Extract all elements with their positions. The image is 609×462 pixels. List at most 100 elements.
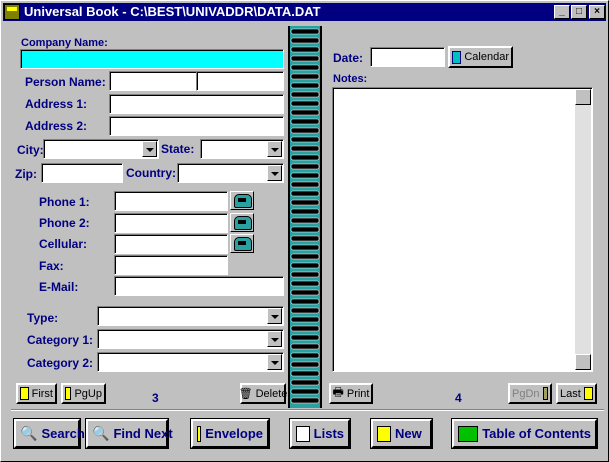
date-label: Date: (333, 51, 364, 65)
cellular-field[interactable] (114, 234, 228, 254)
chevron-down-icon[interactable] (267, 331, 282, 347)
phone1-label: Phone 1: (39, 195, 90, 209)
country-combo[interactable] (177, 163, 284, 183)
calendar-button[interactable]: Calendar (448, 46, 513, 68)
chevron-down-icon[interactable] (267, 141, 282, 157)
spiral-ring (290, 163, 320, 170)
date-field[interactable] (370, 47, 445, 67)
last-label: Last (560, 387, 581, 400)
spiral-ring (290, 82, 320, 89)
spiral-ring (290, 118, 320, 125)
find-next-button[interactable]: 🔍 Find Next (86, 419, 173, 448)
close-button[interactable]: × (589, 5, 605, 19)
first-page-icon (20, 387, 29, 400)
left-page-number: 3 (152, 391, 159, 405)
spiral-ring (290, 361, 320, 368)
spiral-ring (290, 316, 320, 323)
zip-label: Zip: (15, 167, 37, 181)
spiral-ring (290, 172, 320, 179)
app-book-icon[interactable] (4, 4, 20, 20)
delete-button[interactable]: 🗑 Delete (238, 383, 287, 404)
minimize-button[interactable]: _ (554, 5, 570, 19)
envelope-icon (197, 425, 202, 442)
spiral-ring (290, 37, 320, 44)
person-first-name-field[interactable] (109, 71, 197, 91)
state-combo[interactable] (200, 139, 284, 159)
spiral-ring (290, 244, 320, 251)
notes-textarea[interactable] (332, 87, 593, 372)
maximize-button[interactable]: □ (571, 5, 587, 19)
dial-phone1-icon[interactable] (230, 191, 254, 210)
spiral-ring (290, 262, 320, 269)
spiral-ring (290, 370, 320, 377)
scroll-down-icon[interactable] (575, 354, 591, 370)
contents-book-icon (458, 425, 479, 442)
scroll-up-icon[interactable] (575, 89, 591, 105)
last-button[interactable]: Last (556, 383, 597, 404)
spiral-ring (290, 136, 320, 143)
pgdn-label: PgDn (512, 387, 540, 400)
spiral-ring (290, 46, 320, 53)
fax-field[interactable] (114, 255, 228, 275)
magnifier-icon: 🔍 (92, 425, 110, 441)
zip-field[interactable] (41, 163, 123, 183)
magnifier-icon: 🔍 (20, 425, 38, 441)
chevron-down-icon[interactable] (142, 141, 157, 157)
toolbar-divider (11, 409, 604, 411)
email-label: E-Mail: (39, 280, 79, 294)
address1-field[interactable] (109, 94, 284, 114)
person-name-label: Person Name: (25, 75, 106, 89)
spiral-ring (290, 388, 320, 395)
window-title: Universal Book - C:\BEST\UNIVADDR\DATA.D… (24, 4, 321, 19)
calendar-icon (452, 50, 462, 64)
cellular-label: Cellular: (39, 237, 88, 251)
book-spine (288, 26, 322, 408)
table-of-contents-button[interactable]: Table of Contents (452, 419, 597, 448)
person-last-name-field[interactable] (196, 71, 284, 91)
spiral-ring (290, 91, 320, 98)
chevron-down-icon[interactable] (267, 165, 282, 181)
spiral-ring (290, 28, 320, 35)
new-button[interactable]: New (371, 419, 432, 448)
spiral-ring (290, 325, 320, 332)
chevron-down-icon[interactable] (267, 354, 282, 370)
spiral-ring (290, 100, 320, 107)
spiral-ring (290, 64, 320, 71)
type-combo[interactable] (97, 306, 284, 326)
email-field[interactable] (114, 276, 284, 296)
address2-label: Address 2: (25, 119, 88, 133)
spiral-ring (290, 226, 320, 233)
spiral-ring (290, 199, 320, 206)
envelope-button[interactable]: Envelope (191, 419, 269, 448)
pgup-button[interactable]: PgUp (61, 383, 106, 404)
pgdn-button[interactable]: PgDn (508, 383, 552, 404)
category2-combo[interactable] (97, 352, 284, 372)
type-label: Type: (27, 311, 59, 325)
first-button[interactable]: First (16, 383, 57, 404)
dial-phone2-icon[interactable] (230, 213, 254, 232)
dial-cellular-icon[interactable] (230, 234, 254, 253)
lists-button[interactable]: Lists (290, 419, 350, 448)
category1-combo[interactable] (97, 329, 284, 349)
search-button[interactable]: 🔍 Search (14, 419, 85, 448)
spiral-ring (290, 217, 320, 224)
chevron-down-icon[interactable] (267, 308, 282, 324)
spiral-ring (290, 145, 320, 152)
address2-field[interactable] (109, 116, 284, 136)
category2-label: Category 2: (27, 356, 94, 370)
phone2-field[interactable] (114, 213, 228, 233)
print-button[interactable]: 🖶 Print (329, 383, 373, 404)
search-label: Search (41, 426, 85, 441)
category1-label: Category 1: (27, 333, 94, 347)
phone1-field[interactable] (114, 191, 228, 211)
spiral-ring (290, 298, 320, 305)
print-label: Print (346, 387, 370, 400)
city-combo[interactable] (43, 139, 159, 159)
page-up-icon (65, 387, 72, 400)
company-name-field[interactable] (20, 49, 284, 69)
notes-scrollbar[interactable] (575, 89, 591, 370)
spiral-ring (290, 352, 320, 359)
trash-icon: 🗑 (238, 388, 253, 400)
spiral-ring (290, 55, 320, 62)
spiral-ring (290, 127, 320, 134)
